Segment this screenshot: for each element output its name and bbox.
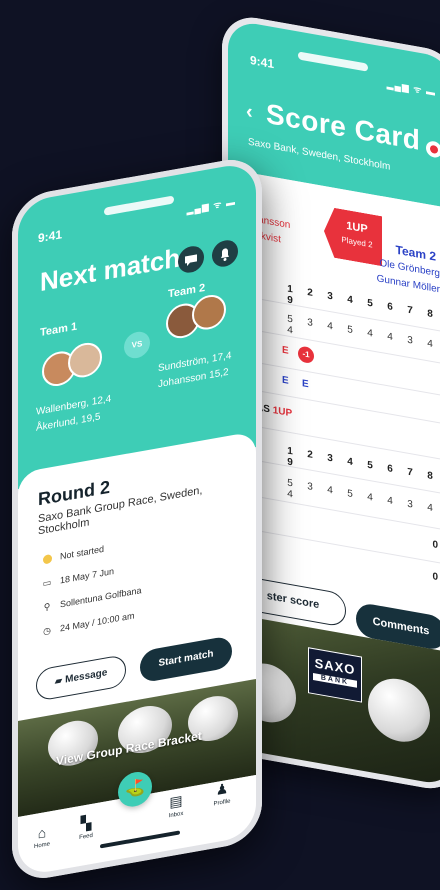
status-time: 9:41 [250, 52, 275, 72]
status-icons: ▂▄▆ ᯤ ▬ [186, 196, 236, 216]
home-indicator [100, 830, 180, 849]
golfer-icon: ⛳ [125, 778, 145, 800]
avatar [192, 292, 226, 333]
team2-title: Team 2 [395, 242, 436, 264]
hole-cell: 6 [387, 301, 393, 314]
par-cell: 4 [387, 495, 393, 508]
par-cell: 4 [287, 488, 293, 501]
hole-cell: 3 [327, 452, 333, 465]
hole-cell: 7 [407, 304, 413, 317]
tab-label: Home [33, 841, 50, 851]
team2-label: Team 2 [168, 281, 206, 301]
saxo-bank-logo: SAXO BANK [308, 647, 362, 703]
page-title: Next match [40, 242, 181, 298]
par-cell: 5 [347, 488, 353, 501]
team1-hole-result-badge: -1 [298, 345, 314, 365]
hole-cell: 3 [327, 290, 333, 303]
back-icon[interactable]: ‹ [246, 100, 253, 124]
tab-label: Profile [213, 798, 231, 808]
bell-icon[interactable] [212, 238, 238, 269]
par-cell: 3 [407, 334, 413, 347]
par-cell: 4 [427, 338, 433, 351]
venue-row: ⚲ Sollentuna Golfbana [40, 585, 142, 614]
hole-cell: 2 [307, 287, 313, 300]
hole-cell: 2 [307, 449, 313, 462]
phone-frame: 9:41 ▂▄▆ ᯤ ▬ Next match Team 1 Team 2 VS… [12, 153, 262, 884]
hole-cell: 4 [347, 456, 353, 469]
time-row: ◷ 24 May / 10:00 am [40, 610, 135, 638]
as-value: 1UP [272, 404, 293, 420]
par-cell: 4 [327, 320, 333, 333]
status-dot-icon [42, 554, 52, 565]
team2-hole-result: E [302, 378, 309, 391]
hole-cell: 6 [387, 463, 393, 476]
hole-cell: 7 [407, 466, 413, 479]
start-match-button[interactable]: Start match [140, 635, 232, 684]
team2-hole-result: E [282, 374, 289, 387]
chat-icon[interactable] [178, 244, 204, 275]
team1-label: Team 1 [40, 320, 78, 340]
calendar-icon: ▭ [42, 577, 52, 589]
home-icon: ⌂ [37, 823, 47, 842]
par-cell: 3 [307, 481, 313, 494]
par-cell: 4 [387, 331, 393, 344]
message-label: Message [65, 667, 108, 686]
tab-profile[interactable]: ♟ Profile [204, 778, 240, 809]
status-row: Not started [40, 544, 104, 565]
date-row: ▭ 18 May 7 Jun [40, 566, 114, 590]
par-cell: 5 [347, 324, 353, 337]
par-cell: 3 [407, 498, 413, 511]
hole-cell: 8 [427, 308, 433, 321]
par-cell: 3 [307, 317, 313, 330]
tee-time-text: 24 May / 10:00 am [60, 610, 135, 634]
par-cell: 4 [367, 491, 373, 504]
status-text: Not started [60, 543, 105, 562]
tab-feed[interactable]: ▚ Feed [68, 812, 104, 843]
tab-inbox[interactable]: ▤ Inbox [158, 790, 194, 821]
team1-total: 0 [432, 539, 438, 552]
par-cell: 4 [427, 502, 433, 515]
team1-hole-result: E [282, 344, 289, 357]
inbox-icon: ▤ [169, 791, 183, 811]
next-match-phone: 9:41 ▂▄▆ ᯤ ▬ Next match Team 1 Team 2 VS… [12, 153, 262, 884]
status-icons: ▂▄▆ ᯤ ▬ [386, 79, 436, 98]
par-cell: 4 [327, 484, 333, 497]
feed-icon: ▚ [80, 814, 92, 832]
venue-text: Sollentuna Golfbana [60, 585, 142, 610]
speaker-notch [104, 195, 174, 216]
team2-total: 0 [432, 571, 438, 584]
hole-cell: 4 [347, 294, 353, 307]
status-time: 9:41 [38, 227, 63, 246]
message-icon: ▰ [54, 674, 66, 688]
avatar [68, 340, 102, 381]
hole-cell: 5 [367, 459, 373, 472]
tab-home[interactable]: ⌂ Home [24, 822, 60, 852]
live-record-icon [426, 139, 440, 159]
tab-label: Feed [79, 832, 93, 842]
golf-ball-image [368, 673, 430, 747]
vs-badge: VS [124, 329, 150, 361]
message-button[interactable]: ▰ Message [36, 653, 126, 702]
hole-cell: 8 [427, 470, 433, 483]
par-cell: 4 [367, 327, 373, 340]
date-text: 18 May 7 Jun [60, 566, 115, 586]
location-pin-icon: ⚲ [43, 601, 51, 613]
speaker-notch [298, 51, 368, 72]
clock-icon: ◷ [43, 625, 51, 637]
hole-cell: 5 [367, 297, 373, 310]
round-card: Round 2 Saxo Bank Group Race, Sweden, St… [18, 430, 256, 721]
tab-label: Inbox [168, 810, 184, 820]
match-status-badge: 1UP Played 2 [324, 206, 382, 266]
